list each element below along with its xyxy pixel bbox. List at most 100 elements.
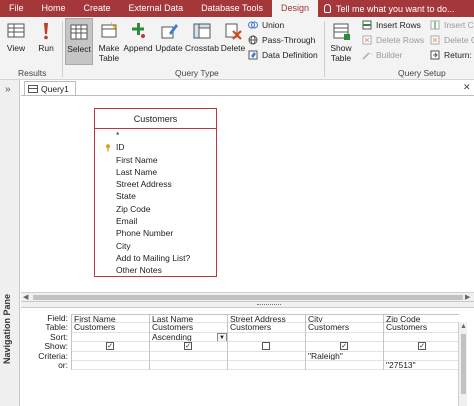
- or-row-label: or:: [58, 359, 68, 370]
- return-dropdown[interactable]: Return:: [430, 50, 472, 60]
- select-query-button[interactable]: Select: [65, 18, 93, 65]
- insert-rows-label: Insert Rows: [376, 20, 421, 30]
- group-divider: [324, 21, 325, 77]
- grid-column-zip-code: Zip Code Customers ✓ "27513": [383, 314, 459, 371]
- query-design-upper-pane: [21, 95, 474, 292]
- tell-me-text: Tell me what you want to do...: [335, 3, 455, 14]
- sort-cell[interactable]: [228, 333, 305, 343]
- make-table-button[interactable]: Make Table: [96, 21, 122, 63]
- criteria-cell[interactable]: [72, 352, 149, 361]
- tab-database-tools[interactable]: Database Tools: [192, 0, 272, 17]
- update-label: Update: [155, 43, 183, 53]
- tab-file[interactable]: File: [0, 0, 33, 17]
- or-cell[interactable]: [306, 361, 383, 371]
- field-list-item[interactable]: *: [95, 129, 216, 141]
- delete-columns-button[interactable]: Delete C: [430, 35, 474, 45]
- crosstab-button[interactable]: Crosstab: [185, 21, 219, 53]
- upper-pane-horizontal-scrollbar[interactable]: ◀ ▶: [21, 292, 474, 301]
- table-cell[interactable]: Customers: [150, 323, 227, 333]
- tab-create[interactable]: Create: [75, 0, 120, 17]
- criteria-cell[interactable]: [150, 352, 227, 361]
- navigation-pane[interactable]: » Navigation Pane: [0, 80, 20, 406]
- tab-query1[interactable]: Query1: [24, 81, 76, 95]
- update-button[interactable]: Update: [155, 21, 183, 53]
- table-cell[interactable]: Customers: [72, 323, 149, 333]
- delete-rows-button[interactable]: Delete Rows: [362, 35, 424, 45]
- field-list-item[interactable]: First Name: [95, 154, 216, 166]
- field-list-item-id[interactable]: ID: [95, 141, 216, 153]
- expand-chevron-icon[interactable]: »: [5, 84, 11, 95]
- tab-home[interactable]: Home: [33, 0, 75, 17]
- view-label: View: [6, 43, 26, 53]
- criteria-cell[interactable]: [384, 352, 459, 361]
- criteria-cell[interactable]: [228, 352, 305, 361]
- return-label: Return:: [444, 50, 472, 60]
- or-cell[interactable]: [150, 361, 227, 371]
- field-list-item[interactable]: Zip Code: [95, 203, 216, 215]
- sort-cell[interactable]: [306, 333, 383, 343]
- show-cell: ✓: [72, 342, 149, 352]
- field-list-item[interactable]: Email: [95, 215, 216, 227]
- sort-cell[interactable]: Ascending ▼: [150, 332, 227, 343]
- or-cell[interactable]: [72, 361, 149, 371]
- grid-vertical-scrollbar[interactable]: ▲: [458, 322, 467, 406]
- insert-columns-button[interactable]: Insert C: [430, 20, 474, 30]
- union-icon: [248, 20, 258, 30]
- customers-table-box[interactable]: Customers * ID First Name Last Name Stre…: [94, 108, 217, 277]
- show-checkbox[interactable]: [262, 342, 270, 351]
- field-list-item[interactable]: Add to Mailing List?: [95, 252, 216, 264]
- union-button[interactable]: Union: [248, 20, 284, 30]
- pass-through-button[interactable]: Pass-Through: [248, 35, 315, 45]
- show-checkbox[interactable]: ✓: [418, 342, 426, 351]
- grid-column-last-name: Last Name Customers Ascending ▼ ✓: [149, 314, 227, 371]
- field-cell[interactable]: Street Address: [228, 314, 305, 324]
- criteria-cell[interactable]: "Raleigh": [306, 352, 383, 361]
- delete-label: Delete: [220, 43, 246, 53]
- scrollbar-thumb[interactable]: [461, 334, 466, 394]
- tab-external-data[interactable]: External Data: [120, 0, 193, 17]
- table-cell[interactable]: Customers: [228, 323, 305, 333]
- field-list-item[interactable]: State: [95, 190, 216, 202]
- show-checkbox[interactable]: ✓: [184, 342, 192, 351]
- splitter-grip[interactable]: [257, 304, 281, 306]
- field-cell[interactable]: First Name: [72, 314, 149, 324]
- show-checkbox[interactable]: ✓: [340, 342, 348, 351]
- scrollbar-thumb[interactable]: [33, 295, 463, 300]
- sort-cell[interactable]: [72, 333, 149, 343]
- field-cell[interactable]: City: [306, 314, 383, 324]
- sort-cell[interactable]: [384, 333, 459, 343]
- view-button[interactable]: View: [5, 21, 27, 53]
- builder-button[interactable]: Builder: [362, 50, 402, 60]
- show-table-button[interactable]: Show Table: [326, 21, 356, 63]
- field-list-item[interactable]: Last Name: [95, 166, 216, 178]
- show-checkbox[interactable]: ✓: [106, 342, 114, 351]
- delete-query-button[interactable]: Delete: [220, 21, 246, 53]
- field-cell[interactable]: Zip Code: [384, 314, 459, 324]
- tab-design[interactable]: Design: [271, 0, 318, 17]
- or-cell[interactable]: "27513": [384, 361, 459, 371]
- delete-columns-icon: [430, 35, 440, 45]
- tell-me-box[interactable]: Tell me what you want to do...: [323, 3, 455, 14]
- scroll-up-icon[interactable]: ▲: [460, 322, 467, 331]
- field-cell[interactable]: Last Name: [150, 314, 227, 324]
- close-icon[interactable]: ✕: [463, 82, 471, 93]
- select-query-icon: [69, 22, 89, 42]
- field-list-item[interactable]: Other Notes: [95, 264, 216, 276]
- query-icon: [28, 84, 38, 93]
- field-list-item[interactable]: Street Address: [95, 178, 216, 190]
- insert-rows-icon: [362, 20, 372, 30]
- insert-rows-button[interactable]: Insert Rows: [362, 20, 421, 30]
- union-label: Union: [262, 20, 285, 30]
- chevron-down-icon[interactable]: ▼: [217, 332, 227, 342]
- data-definition-button[interactable]: Data Definition: [248, 50, 318, 60]
- append-plus-icon: [128, 21, 148, 41]
- table-cell[interactable]: Customers: [306, 323, 383, 333]
- pane-splitter[interactable]: [21, 301, 474, 308]
- table-cell[interactable]: Customers: [384, 323, 459, 333]
- field-list-item[interactable]: Phone Number: [95, 227, 216, 239]
- or-cell[interactable]: [228, 361, 305, 371]
- crosstab-icon: [192, 21, 212, 41]
- append-button[interactable]: Append: [123, 21, 153, 53]
- run-button[interactable]: Run: [35, 21, 57, 53]
- field-list-item[interactable]: City: [95, 240, 216, 252]
